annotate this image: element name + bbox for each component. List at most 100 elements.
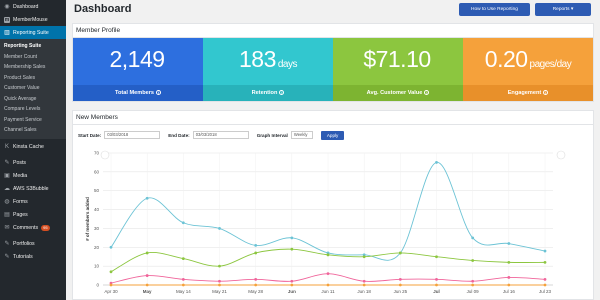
data-point (543, 277, 547, 281)
data-point (218, 279, 221, 283)
data-point (145, 274, 149, 277)
data-point (145, 251, 149, 255)
y-tick-label: 60 (94, 169, 100, 174)
sidebar-item-forms[interactable]: ◍ Forms (0, 196, 66, 209)
sidebar-item-portfolios[interactable]: ✎ Portfolios (0, 238, 66, 251)
submenu-item-membership-sales[interactable]: Membership Sales (0, 62, 66, 73)
data-point (145, 283, 149, 287)
start-date-input[interactable]: 03/03/2018 (104, 131, 161, 139)
data-point (326, 272, 330, 276)
new-members-line-chart: 0 10 20 30 40 50 60 70 Apr 30 May May 14 May 21 May … (85, 150, 566, 294)
member-profile-heading: Member Profile (73, 24, 593, 38)
submenu-item-payment-service[interactable]: Payment Service (0, 115, 66, 126)
how-to-use-reporting-button[interactable]: How to Use Reporting (459, 3, 530, 16)
sidebar-item-reporting-suite[interactable]: ▥ Reporting Suite (0, 26, 66, 39)
page-title: Dashboard (74, 3, 132, 15)
data-point (398, 277, 402, 281)
x-tick-label: May 28 (248, 289, 263, 294)
data-point (435, 277, 438, 281)
graph-interval-select[interactable]: Weekly (290, 131, 313, 139)
chart-prev-icon (100, 150, 110, 160)
sidebar-item-label: Portfolios (13, 241, 35, 247)
data-point (181, 283, 185, 287)
data-point (109, 270, 113, 274)
stat-value-wrap: 2,149 (73, 46, 203, 73)
sidebar-item-label: Tutorials (13, 254, 33, 260)
sidebar-item-tutorials[interactable]: ✎ Tutorials (0, 251, 66, 264)
stat-avg-customer-value: $71.10 Avg. Customer Value i (333, 38, 463, 101)
sidebar-item-label: Dashboard (13, 3, 39, 10)
sidebar-item-label: Comments (13, 225, 39, 231)
stat-value-wrap: 0.20 pages/day (463, 46, 593, 73)
stat-value: $71.10 (363, 46, 431, 72)
y-axis-label: # of members added (85, 197, 90, 241)
new-members-panel: New Members Start Date: 03/03/2018 End D… (72, 110, 594, 300)
stats-row: 2,149 Total Members i 183 days Retention i … (73, 38, 593, 101)
chart-next-icon (556, 150, 566, 160)
end-date-label: End Date: (168, 132, 190, 138)
data-point (326, 253, 330, 257)
info-icon[interactable]: i (156, 90, 162, 96)
data-point (471, 236, 475, 240)
y-tick-label: 30 (94, 226, 100, 231)
sidebar-item-dashboard[interactable]: ◉ Dashboard (0, 0, 66, 13)
submenu-item-compare-levels[interactable]: Compare Levels (0, 104, 66, 115)
stat-value-wrap: 183 days (203, 46, 333, 73)
data-point (471, 259, 475, 262)
submenu-item-customer-value[interactable]: Customer Value (0, 83, 66, 94)
submenu-item-reporting-suite[interactable]: Reporting Suite (0, 41, 66, 52)
data-point (181, 257, 185, 260)
new-members-heading: New Members (73, 111, 593, 125)
info-icon[interactable]: i (543, 90, 549, 96)
data-point (435, 161, 438, 164)
data-point (218, 264, 221, 268)
x-tick-label: Jul 23 (539, 289, 552, 294)
stat-label: Total Members (114, 90, 155, 96)
data-point (290, 279, 294, 283)
data-point (435, 283, 438, 287)
info-icon[interactable]: i (424, 90, 430, 96)
data-point (254, 244, 258, 247)
sidebar-item-aws-s3bubble[interactable]: ☁ AWS S3Bubble (0, 183, 66, 196)
submenu-item-product-sales[interactable]: Product Sales (0, 73, 66, 84)
sidebar-item-comments[interactable]: ✉ Comments 95 (0, 222, 66, 235)
sidebar-item-label: Posts (13, 160, 26, 166)
info-icon[interactable]: i (279, 90, 285, 96)
pin-icon: ✎ (4, 160, 10, 166)
x-tick-label: Jun 25 (394, 289, 408, 294)
admin-sidebar: ◉ Dashboard m MemberMouse ▥ Reporting Su… (0, 0, 66, 300)
data-point (109, 245, 113, 249)
submenu-item-channel-sales[interactable]: Channel Sales (0, 125, 66, 136)
sidebar-item-membermouse[interactable]: m MemberMouse (0, 13, 66, 26)
x-tick-label: May 14 (176, 289, 191, 294)
reports-dropdown-button[interactable]: Reports ▾ (535, 3, 591, 16)
data-point (543, 283, 547, 287)
comment-count-badge: 95 (41, 225, 50, 231)
stat-unit: days (277, 59, 298, 70)
stat-value: 183 (239, 46, 276, 72)
y-tick-label: 40 (94, 207, 100, 212)
submenu-item-quick-average[interactable]: Quick Average (0, 94, 66, 105)
sidebar-item-posts[interactable]: ✎ Posts (0, 157, 66, 170)
stat-label-bar: Engagement i (463, 85, 593, 101)
data-point (435, 255, 438, 259)
sidebar-item-pages[interactable]: ▤ Pages (0, 209, 66, 222)
sidebar-item-kinsta-cache[interactable]: K Kinsta Cache (0, 141, 66, 154)
data-point (398, 283, 402, 287)
stat-value-wrap: $71.10 (333, 46, 463, 73)
sidebar-item-label: Pages (13, 212, 28, 218)
sidebar-submenu: Reporting Suite Member Count Membership … (0, 39, 66, 139)
data-point (290, 283, 294, 287)
tutorial-icon: ✎ (4, 254, 10, 260)
apply-button[interactable]: Apply (320, 130, 345, 140)
submenu-item-member-count[interactable]: Member Count (0, 52, 66, 63)
end-date-input[interactable]: 03/03/2018 (192, 131, 249, 139)
data-point (254, 283, 258, 287)
data-point (254, 277, 258, 281)
stat-label-bar: Avg. Customer Value i (333, 85, 463, 101)
stat-total-members: 2,149 Total Members i (73, 38, 203, 101)
sidebar-item-media[interactable]: ▣ Media (0, 170, 66, 183)
data-point (507, 276, 511, 279)
forms-icon: ◍ (4, 199, 10, 205)
sidebar-item-label: Kinsta Cache (13, 144, 44, 150)
